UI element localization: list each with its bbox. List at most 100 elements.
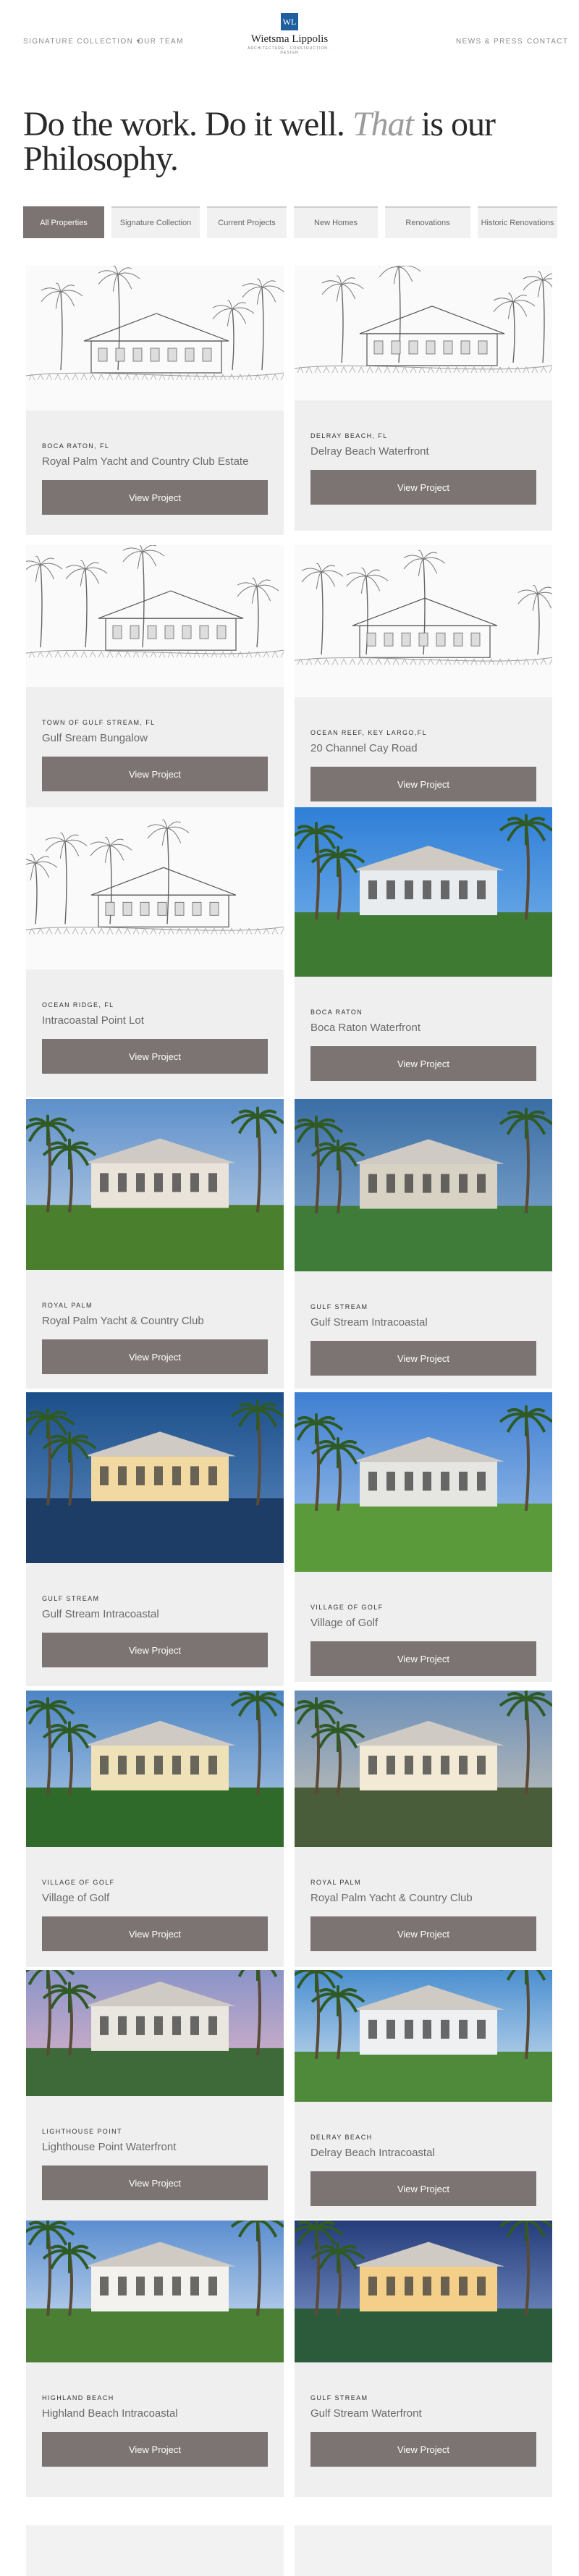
- project-image[interactable]: [295, 2221, 552, 2362]
- headline-part1: Do the work. Do it well.: [23, 105, 352, 143]
- project-image[interactable]: [26, 1691, 284, 1847]
- project-card[interactable]: BOCA RATON, FL Royal Palm Yacht and Count…: [26, 266, 284, 535]
- project-title: Royal Palm Yacht & Country Club: [42, 1315, 204, 1327]
- filter-tabs: All Properties Signature Collection Curren…: [23, 206, 557, 238]
- project-card[interactable]: ROYAL PALM Royal Palm Yacht & Country Clu…: [295, 1691, 552, 1967]
- view-project-button[interactable]: View Project: [310, 470, 536, 505]
- project-location: VILLAGE OF GOLF: [310, 1604, 384, 1611]
- project-image[interactable]: [26, 2221, 284, 2362]
- project-location: DELRAY BEACH, FL: [310, 432, 388, 439]
- project-title: Village of Golf: [310, 1617, 379, 1629]
- project-title: Gulf Stream Intracoastal: [310, 1316, 428, 1329]
- project-location: TOWN OF GULF STREAM, FL: [42, 719, 156, 726]
- nav-our-team[interactable]: OUR TEAM: [138, 38, 184, 46]
- project-title: Delray Beach Waterfront: [310, 445, 429, 458]
- logo-name: Wietsma Lippolis: [250, 33, 329, 45]
- project-card[interactable]: HIGHLAND BEACH Highland Beach Intracoasta…: [26, 2221, 284, 2497]
- project-card[interactable]: TOWN OF GULF STREAM, FL Gulf Sream Bungal…: [26, 545, 284, 828]
- project-location: DELRAY BEACH: [310, 2134, 373, 2141]
- view-project-button[interactable]: View Project: [310, 1341, 536, 1376]
- nav-signature-collection[interactable]: SIGNATURE COLLECTION ▾: [23, 38, 141, 46]
- filter-tab[interactable]: Renovations: [385, 206, 470, 238]
- project-card[interactable]: DELRAY BEACH Delray Beach Intracoastal Vie…: [295, 1970, 552, 2219]
- project-image[interactable]: [26, 1970, 284, 2096]
- project-image[interactable]: [26, 807, 284, 969]
- filter-tab[interactable]: Historic Renovations: [478, 206, 557, 238]
- project-image[interactable]: [26, 545, 284, 687]
- view-project-button[interactable]: View Project: [42, 1633, 268, 1667]
- filter-tab[interactable]: New Homes: [294, 206, 378, 238]
- view-project-button[interactable]: View Project: [310, 1046, 536, 1081]
- project-location: BOCA RATON, FL: [42, 442, 110, 450]
- view-project-button[interactable]: View Project: [42, 1339, 268, 1374]
- project-title: Royal Palm Yacht and Country Club Estate: [42, 455, 249, 468]
- view-project-button[interactable]: View Project: [42, 2432, 268, 2467]
- headline-emphasis: That: [352, 105, 414, 143]
- project-location: GULF STREAM: [310, 1303, 368, 1310]
- nav-news-press[interactable]: NEWS & PRESS: [456, 38, 523, 46]
- project-card[interactable]: OCEAN REEF, KEY LARGO,FL 20 Channel Cay R…: [295, 545, 552, 815]
- project-location: VILLAGE OF GOLF: [42, 1879, 115, 1886]
- project-image[interactable]: [295, 1970, 552, 2102]
- project-title: Gulf Sream Bungalow: [42, 732, 148, 744]
- project-card[interactable]: VILLAGE OF GOLF Village of Golf View Proje…: [295, 1392, 552, 1682]
- nav-contact[interactable]: CONTACT: [527, 38, 568, 46]
- view-project-button[interactable]: View Project: [310, 767, 536, 801]
- site-header: SIGNATURE COLLECTION ▾ OUR TEAM WL Wiets…: [0, 0, 579, 85]
- project-image[interactable]: [295, 266, 552, 400]
- project-card-loading: [295, 2525, 552, 2576]
- project-card[interactable]: DELRAY BEACH, FL Delray Beach Waterfront V…: [295, 266, 552, 531]
- project-title: 20 Channel Cay Road: [310, 742, 418, 754]
- project-card-loading: [26, 2525, 284, 2576]
- project-location: ROYAL PALM: [42, 1302, 93, 1309]
- view-project-button[interactable]: View Project: [42, 1039, 268, 1074]
- project-card[interactable]: BOCA RATON Boca Raton Waterfront View Proj…: [295, 807, 552, 1107]
- project-title: Gulf Stream Intracoastal: [42, 1608, 159, 1620]
- project-title: Lighthouse Point Waterfront: [42, 2141, 177, 2153]
- project-location: BOCA RATON: [310, 1009, 363, 1016]
- project-location: GULF STREAM: [310, 2394, 368, 2402]
- project-card[interactable]: ROYAL PALM Royal Palm Yacht & Country Clu…: [26, 1099, 284, 1389]
- project-image[interactable]: [295, 1691, 552, 1847]
- view-project-button[interactable]: View Project: [42, 2165, 268, 2200]
- view-project-button[interactable]: View Project: [310, 2432, 536, 2467]
- project-title: Highland Beach Intracoastal: [42, 2407, 178, 2420]
- project-location: OCEAN REEF, KEY LARGO,FL: [310, 729, 427, 736]
- project-image[interactable]: [295, 1099, 552, 1271]
- project-image[interactable]: [295, 807, 552, 977]
- project-image[interactable]: [295, 1392, 552, 1572]
- view-project-button[interactable]: View Project: [42, 480, 268, 515]
- project-image[interactable]: [26, 1099, 284, 1270]
- filter-tab[interactable]: Signature Collection: [111, 206, 200, 238]
- project-title: Intracoastal Point Lot: [42, 1014, 144, 1027]
- project-card[interactable]: GULF STREAM Gulf Stream Intracoastal View …: [295, 1099, 552, 1389]
- filter-tab[interactable]: Current Projects: [207, 206, 287, 238]
- view-project-button[interactable]: View Project: [310, 1916, 536, 1951]
- project-image[interactable]: [26, 266, 284, 411]
- project-image[interactable]: [26, 1392, 284, 1563]
- project-card[interactable]: GULF STREAM Gulf Stream Intracoastal View …: [26, 1392, 284, 1686]
- project-card[interactable]: OCEAN RIDGE, FL Intracoastal Point Lot Vie…: [26, 807, 284, 1097]
- project-location: OCEAN RIDGE, FL: [42, 1001, 114, 1009]
- project-title: Gulf Stream Waterfront: [310, 2407, 422, 2420]
- project-title: Delray Beach Intracoastal: [310, 2147, 435, 2159]
- filter-tab[interactable]: All Properties: [23, 206, 104, 238]
- project-card[interactable]: GULF STREAM Gulf Stream Waterfront View Pr…: [295, 2221, 552, 2497]
- view-project-button[interactable]: View Project: [42, 1916, 268, 1951]
- logo-tagline: Architecture · Construction · Design: [248, 46, 331, 55]
- project-title: Royal Palm Yacht & Country Club: [310, 1892, 473, 1904]
- view-project-button[interactable]: View Project: [310, 1641, 536, 1676]
- project-location: ROYAL PALM: [310, 1879, 361, 1886]
- project-title: Boca Raton Waterfront: [310, 1022, 421, 1034]
- view-project-button[interactable]: View Project: [42, 757, 268, 791]
- project-location: LIGHTHOUSE POINT: [42, 2128, 122, 2135]
- logo[interactable]: WL Wietsma Lippolis Architecture · Const…: [239, 13, 340, 55]
- project-location: GULF STREAM: [42, 1595, 100, 1602]
- project-location: HIGHLAND BEACH: [42, 2394, 114, 2402]
- project-image[interactable]: [295, 545, 552, 697]
- view-project-button[interactable]: View Project: [310, 2171, 536, 2206]
- project-title: Village of Golf: [42, 1892, 110, 1904]
- project-card[interactable]: VILLAGE OF GOLF Village of Golf View Proje…: [26, 1691, 284, 1967]
- project-card[interactable]: LIGHTHOUSE POINT Lighthouse Point Waterfr…: [26, 1970, 284, 2222]
- page-headline: Do the work. Do it well. That is our Phi…: [23, 107, 544, 177]
